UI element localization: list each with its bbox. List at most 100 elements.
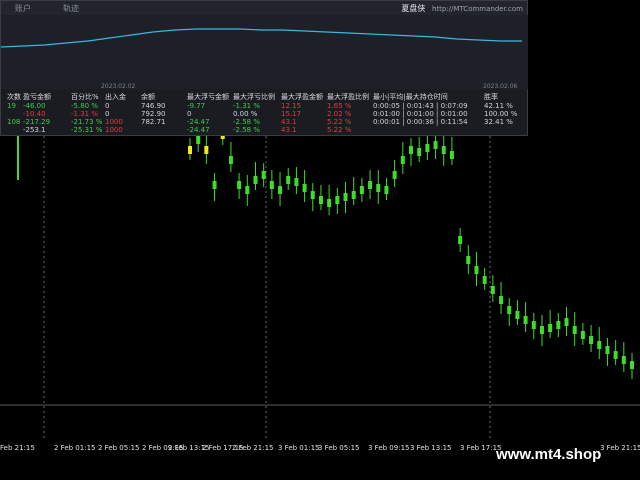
candle-body	[278, 186, 283, 194]
stats-header: 最大浮亏金额	[187, 93, 229, 101]
candle-body	[409, 146, 413, 154]
stats-cell: 43.1	[281, 126, 297, 134]
stats-cell: 43.1	[281, 118, 297, 126]
candle-body	[376, 184, 381, 192]
candle-body	[327, 199, 332, 207]
candle-body	[490, 286, 495, 294]
candle-body	[515, 311, 520, 319]
stats-cell: 100.00 %	[484, 110, 518, 118]
stats-column-8: 最大浮盈比例 1.65 % 2.02 % 5.22 % 5.22 %	[327, 93, 369, 134]
stats-header: 余额	[141, 93, 155, 101]
candle-body	[212, 181, 217, 189]
candle-body	[335, 196, 340, 204]
candle-body	[188, 146, 192, 154]
stats-cell: 12.15	[281, 102, 302, 110]
stats-cell: 0:01:00 | 0:01:00 | 0:01:00	[373, 110, 468, 118]
candle-body	[507, 306, 512, 314]
stats-header: 最小|平均|最大持仓时间	[373, 93, 448, 101]
candle-body	[433, 141, 438, 149]
stats-header: 百分比%	[71, 93, 99, 101]
candle-body	[261, 171, 266, 179]
stats-cell: 5.22 %	[327, 126, 352, 134]
stats-cell: -2.58 %	[233, 126, 260, 134]
candle-body	[253, 176, 258, 184]
stats-header: 最大浮盈比例	[327, 93, 369, 101]
stats-column-1: 盈亏金额 -46.00 -10.40 -217.29 -253.1	[23, 93, 51, 134]
stats-cell: -1.31 %	[71, 110, 98, 118]
stats-cell: -5.80 %	[71, 102, 98, 110]
candle-body	[351, 191, 356, 199]
header-tab-trajectory[interactable]: 轨迹	[63, 3, 79, 14]
panel-header: 账户 轨迹 夏盘侠 http://MTCommander.com	[1, 1, 527, 16]
stats-cell: -25.31 %	[71, 126, 103, 134]
candle-body	[368, 181, 373, 189]
stats-cell	[7, 110, 21, 118]
stats-column-10: 胜率 42.11 % 100.00 % 32.41 %	[484, 93, 517, 134]
stats-cell: 19	[7, 102, 16, 110]
time-axis-label: 2 Feb 05:15	[98, 444, 140, 452]
candle-body	[580, 331, 585, 339]
stats-column-3: 出入金 0 0 1000 1000	[105, 93, 126, 134]
stats-header: 最大浮盈金额	[281, 93, 323, 101]
time-axis-label: Feb 21:15	[0, 444, 35, 452]
stats-cell	[7, 126, 21, 134]
candle-body	[466, 256, 471, 264]
stats-header: 盈亏金额	[23, 93, 51, 101]
candle-body	[392, 171, 397, 179]
candle-body	[196, 136, 201, 144]
stats-column-7: 最大浮盈金额 12.15 15.17 43.1 43.1	[281, 93, 323, 134]
account-stats-panel[interactable]: 账户 轨迹 夏盘侠 http://MTCommander.com 2023.02…	[0, 0, 528, 136]
stats-cell: -46.00	[23, 102, 46, 110]
candle-body	[425, 144, 430, 152]
candle-body	[302, 184, 307, 192]
stats-cell	[141, 126, 166, 134]
time-axis-label: 3 Feb 05:15	[318, 444, 360, 452]
candle-body	[613, 351, 618, 359]
stats-cell: 0	[105, 102, 110, 110]
candle-body	[539, 326, 544, 334]
stats-cell: 1.65 %	[327, 102, 352, 110]
stats-cell: -9.77	[187, 102, 206, 110]
candle-body	[286, 176, 291, 184]
candle-body	[458, 236, 463, 244]
panel-brand: 夏盘侠 http://MTCommander.com	[401, 3, 523, 14]
candle-body	[531, 321, 536, 329]
candle-body	[523, 316, 528, 324]
candle-body	[294, 178, 299, 186]
candle-body	[564, 318, 569, 326]
stats-cell: 0	[187, 110, 192, 118]
stats-cell	[373, 126, 468, 134]
watermark: www.mt4.shop	[496, 446, 602, 463]
candle-body	[556, 321, 561, 329]
time-axis-label: 3 Feb 09:15	[368, 444, 410, 452]
candle-body	[474, 266, 479, 274]
stats-cell: -253.1	[23, 126, 46, 134]
stats-cell: 0	[105, 110, 110, 118]
header-tab-account[interactable]: 账户	[15, 3, 31, 14]
candle-body	[630, 361, 634, 369]
candle-body	[269, 181, 274, 189]
candle-body	[597, 341, 602, 349]
brand-url[interactable]: http://MTCommander.com	[432, 5, 523, 13]
stats-table: 次数 19 108 盈亏金额 -46.00 -10.40 -217.29 -253.1 百分比%…	[1, 93, 527, 135]
stats-cell: 42.11 %	[484, 102, 513, 110]
stats-column-2: 百分比% -5.80 % -1.31 % -21.73 % -25.31 %	[71, 93, 102, 134]
candle-body	[384, 186, 389, 194]
stats-cell: 746.90	[141, 102, 166, 110]
candle-body	[621, 356, 626, 364]
time-axis-label: 3 Feb 01:15	[278, 444, 320, 452]
candle-body	[605, 346, 610, 354]
stats-column-4: 余额 746.90 792.90 782.71	[141, 93, 166, 134]
equity-curve-chart	[1, 15, 528, 89]
stats-cell: 782.71	[141, 118, 166, 126]
candle-body	[318, 196, 323, 204]
candle-body	[449, 151, 454, 159]
stats-cell: 5.22 %	[327, 118, 352, 126]
candle-body	[343, 193, 348, 201]
candle-body	[237, 181, 242, 189]
candle-body	[204, 146, 209, 154]
stats-cell: 1000	[105, 118, 123, 126]
candle-body	[417, 148, 422, 156]
stats-cell: -21.73 %	[71, 118, 103, 126]
candle-body	[589, 336, 594, 344]
